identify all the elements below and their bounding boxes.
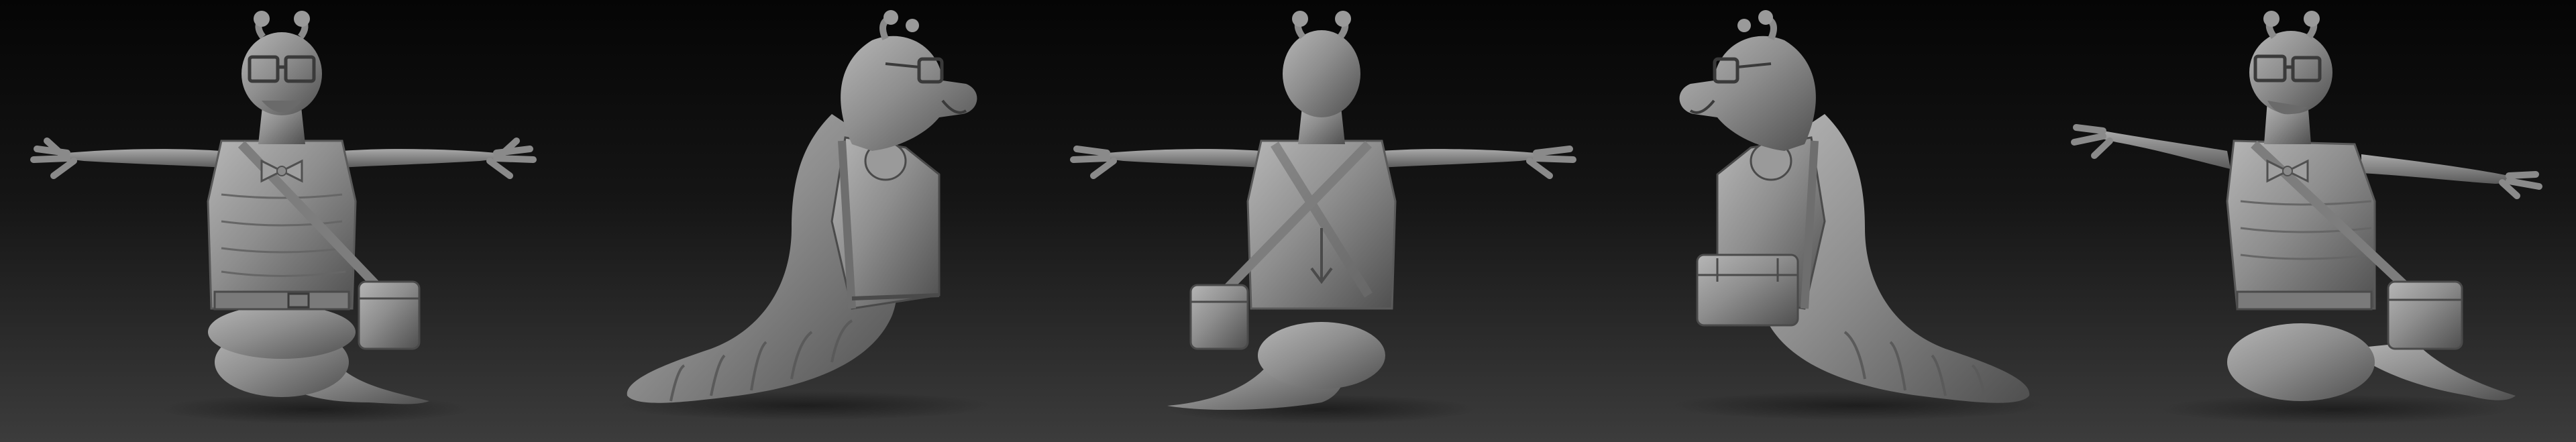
figure-three-quarter-view [2071,11,2542,424]
render-viewport [0,0,2576,442]
figure-front-view [30,11,537,424]
figure-side-left-view [1670,10,2046,421]
figure-side-right-view [617,10,993,421]
figure-back-view [1070,11,1576,424]
